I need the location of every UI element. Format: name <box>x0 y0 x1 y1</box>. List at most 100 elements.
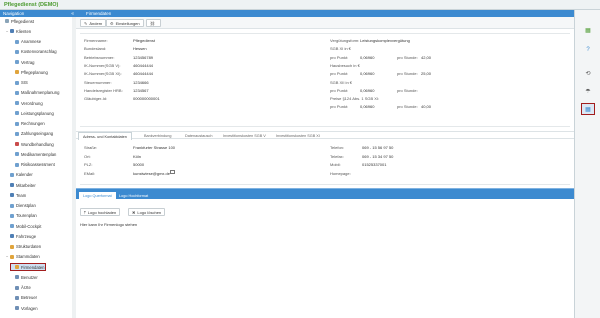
rate-label: SGB XI in € <box>330 46 351 52</box>
sidebar-scrollbar[interactable] <box>72 17 76 318</box>
sidebar-item-risikoassessment[interactable]: Risikoassessment <box>11 162 55 168</box>
tab-investitionskosten-sgb-xi[interactable]: Investitionskosten SGB XI <box>272 132 324 140</box>
sidebar-item-leistungsplanung[interactable]: Leistungsplanung <box>11 110 54 116</box>
edit-button[interactable]: ✎ Ändern <box>80 19 107 27</box>
sidebar-item-tourenplan[interactable]: Tourenplan <box>6 213 37 219</box>
sidebar-item-firmendaten[interactable]: Firmendaten <box>10 263 46 271</box>
calendar-icon <box>10 172 14 177</box>
sidebar-item-label: Leistungsplanung <box>21 110 54 116</box>
tab-adress-und-kontaktdaten[interactable]: Adress- und Kontaktdaten <box>78 132 132 140</box>
sidebar-item-sis[interactable]: SIS <box>11 80 28 86</box>
sidebar-item-strukturdaten[interactable]: Strukturdaten <box>6 244 41 250</box>
rate-value: 0,06960 <box>360 54 375 60</box>
tab-datenaustausch[interactable]: Datenaustausch <box>181 132 216 140</box>
sidebar-item-label: Pflegeplanung <box>21 69 48 75</box>
plan-icon <box>15 70 19 75</box>
app-title: Pflegedienst (DEMO) <box>4 2 59 8</box>
field-value: 1234666 <box>133 79 149 85</box>
detail-tabs: Adress- und Kontaktdaten Bankverbindung Da… <box>76 131 574 140</box>
sidebar-item-label: SIS <box>21 80 28 85</box>
sidebar-item-kostenvoranschlag[interactable]: Kostenvoranschlag <box>11 49 57 55</box>
tab-bankverbindung[interactable]: Bankverbindung <box>140 132 175 140</box>
rate-extra-label: pro Stunde: <box>397 71 418 77</box>
address-label: Ort: <box>84 153 91 159</box>
sidebar-item-label: Rechnungen <box>21 121 45 126</box>
sidebar-item-label: Mobil-Cockpit <box>16 223 42 229</box>
tab-investitionskosten-sgb-v[interactable]: Investitionskosten SGB V <box>219 132 270 140</box>
sidebar-item-label: Stammdaten <box>16 254 40 260</box>
address-label: Straße: <box>84 145 98 150</box>
logo-panel-header: Logo Querformat Logo Hochformat <box>76 188 574 199</box>
sidebar-item-team[interactable]: Team <box>6 192 26 198</box>
rate-label: SGB XII in € <box>330 79 353 85</box>
edit-button-label: Ändern <box>89 20 103 26</box>
sidebar-item-label: Kostenvoranschlag <box>21 49 57 55</box>
sidebar-item-ärzte[interactable]: Ärzte <box>11 285 31 291</box>
sidebar-item-dienstplan[interactable]: Dienstplan <box>6 203 36 209</box>
gear-icon: ⚙ <box>110 20 114 26</box>
main-toolbar: ✎ Ändern ⚙ Einstellungen ⛓ <box>76 17 574 29</box>
company-icon[interactable]: ▦ <box>582 25 594 35</box>
tree-toggle-icon[interactable]: − <box>6 254 9 259</box>
link-button[interactable]: ⛓ <box>146 19 162 27</box>
refresh-icon[interactable]: ⟲ <box>582 68 594 78</box>
field-label: Firmenname: <box>84 38 108 43</box>
address-label: PLZ: <box>84 162 93 167</box>
sidebar-item-wundbehandlung[interactable]: Wundbehandlung <box>11 141 54 147</box>
field-label: Bundesland: <box>84 46 107 52</box>
field-label: Handelsregister HRB: <box>84 87 123 93</box>
sidebar-item-vorlagen[interactable]: Vorlagen <box>11 305 38 311</box>
sidebar-item-mitarbeiter[interactable]: Mitarbeiter <box>6 182 36 188</box>
umbrella-icon[interactable]: ☂ <box>582 86 594 96</box>
rate-extra-value: 40,00 <box>421 104 432 110</box>
sidebar-item-benutzer[interactable]: Benutzer <box>11 274 38 280</box>
email-icon[interactable] <box>170 170 175 174</box>
sidebar-item-rechnungen[interactable]: Rechnungen <box>11 121 45 127</box>
sidebar-item-maßnahmenplanung[interactable]: Maßnahmenplanung <box>11 90 59 96</box>
company-icon <box>15 265 19 269</box>
tab-logo-hochformat[interactable]: Logo Hochformat <box>116 192 151 199</box>
rate-value: 0,06960 <box>360 104 375 110</box>
settings-button[interactable]: ⚙ Einstellungen <box>106 19 144 27</box>
rate-label: pro Punkt: <box>330 71 349 77</box>
field-value: 460444444 <box>133 71 154 77</box>
sidebar-item-label: Verordnung <box>21 100 43 106</box>
sidebar-item-label: Zahlungseingang <box>21 131 54 137</box>
sidebar-item-stammdaten[interactable]: − Stammdaten <box>6 254 40 260</box>
sidebar-item-label: Team <box>16 192 27 198</box>
sidebar-item-pflegeplanung[interactable]: Pflegeplanung <box>11 69 48 75</box>
sidebar-item-betreuer[interactable]: Betreuer <box>11 295 37 301</box>
tab-logo-querformat[interactable]: Logo Querformat <box>79 192 116 199</box>
right-toolbar: ▦? ⟲ ☂ ▦ <box>574 10 600 318</box>
sidebar: Pflegedienst − Klienten Anamnese Kostenvoran… <box>0 17 76 318</box>
sidebar-item-label: Anamnese <box>21 39 42 44</box>
people-icon <box>10 29 14 34</box>
logo-delete-button[interactable]: ✖ Logo löschen <box>128 208 166 216</box>
logo-upload-button[interactable]: ⤒ Logo hochladen <box>80 208 121 216</box>
sidebar-item-medikamentenplan[interactable]: Medikamentenplan <box>11 151 56 157</box>
sidebar-item-klienten[interactable]: − Klienten <box>6 28 31 34</box>
sidebar-item-anamnese[interactable]: Anamnese <box>11 39 41 45</box>
rate-label: Preise §124 Abs. 1 SGB XI: <box>330 96 380 102</box>
address-value: Köln <box>133 153 142 159</box>
divider <box>80 126 570 127</box>
field-value: 000000000001 <box>133 96 160 102</box>
sidebar-item-pflegedienst[interactable]: Pflegedienst <box>1 18 34 24</box>
help-icon[interactable]: ? <box>582 45 594 55</box>
sidebar-item-vertrag[interactable]: Vertrag <box>11 59 35 65</box>
field-value: 1234567 <box>133 87 149 93</box>
sidebar-item-label: Pflegedienst <box>11 18 35 24</box>
field-value: Hessen <box>133 46 147 52</box>
contract-icon <box>15 60 19 64</box>
grid-view-icon[interactable]: ▦ <box>581 103 595 115</box>
logo-delete-label: Logo löschen <box>137 209 162 215</box>
rate-label: Hausbesuch in € <box>330 62 360 68</box>
sidebar-item-verordnung[interactable]: Verordnung <box>11 100 43 106</box>
sidebar-item-label: Dienstplan <box>16 203 36 208</box>
sidebar-item-kalender[interactable]: Kalender <box>6 172 33 178</box>
sidebar-item-zahlungseingang[interactable]: Zahlungseingang <box>11 131 53 137</box>
tree-toggle-icon[interactable]: − <box>6 29 9 34</box>
collapse-sidebar-icon[interactable]: « <box>71 11 74 17</box>
sidebar-item-mobil-cockpit[interactable]: Mobil-Cockpit <box>6 223 41 229</box>
sidebar-item-fahrzeuge[interactable]: Fahrzeuge <box>6 233 36 239</box>
